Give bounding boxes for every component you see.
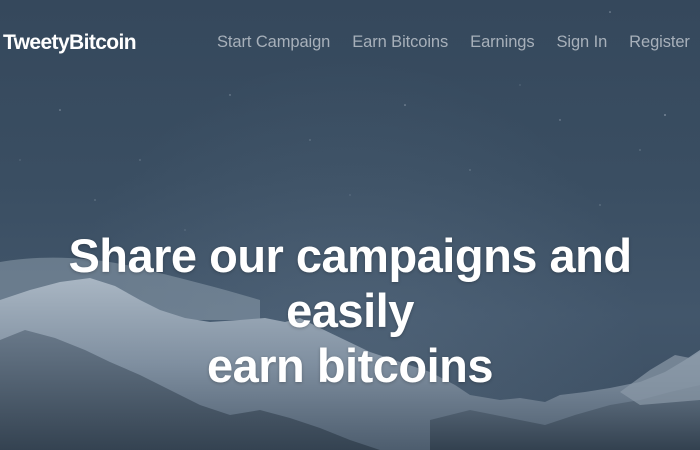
hero-title-line: Share our campaigns and [68, 229, 632, 282]
nav-link-register[interactable]: Register [629, 33, 690, 52]
nav-link-earnings[interactable]: Earnings [470, 33, 534, 52]
brand-logo-link[interactable]: TweetyBitcoin [3, 31, 137, 55]
hero-title-line: easily [286, 284, 414, 337]
nav-link-earn-bitcoins[interactable]: Earn Bitcoins [352, 33, 448, 52]
top-navbar: TweetyBitcoin Start Campaign Earn Bitcoi… [0, 0, 700, 86]
hero-section: Share our campaigns and easily earn bitc… [0, 228, 700, 393]
landing-page: TweetyBitcoin Start Campaign Earn Bitcoi… [0, 0, 700, 450]
hero-title: Share our campaigns and easily earn bitc… [40, 228, 660, 393]
nav-links: Start Campaign Earn Bitcoins Earnings Si… [217, 33, 700, 52]
nav-link-start-campaign[interactable]: Start Campaign [217, 33, 330, 52]
hero-title-line: earn bitcoins [206, 339, 494, 392]
nav-link-sign-in[interactable]: Sign In [557, 33, 608, 52]
